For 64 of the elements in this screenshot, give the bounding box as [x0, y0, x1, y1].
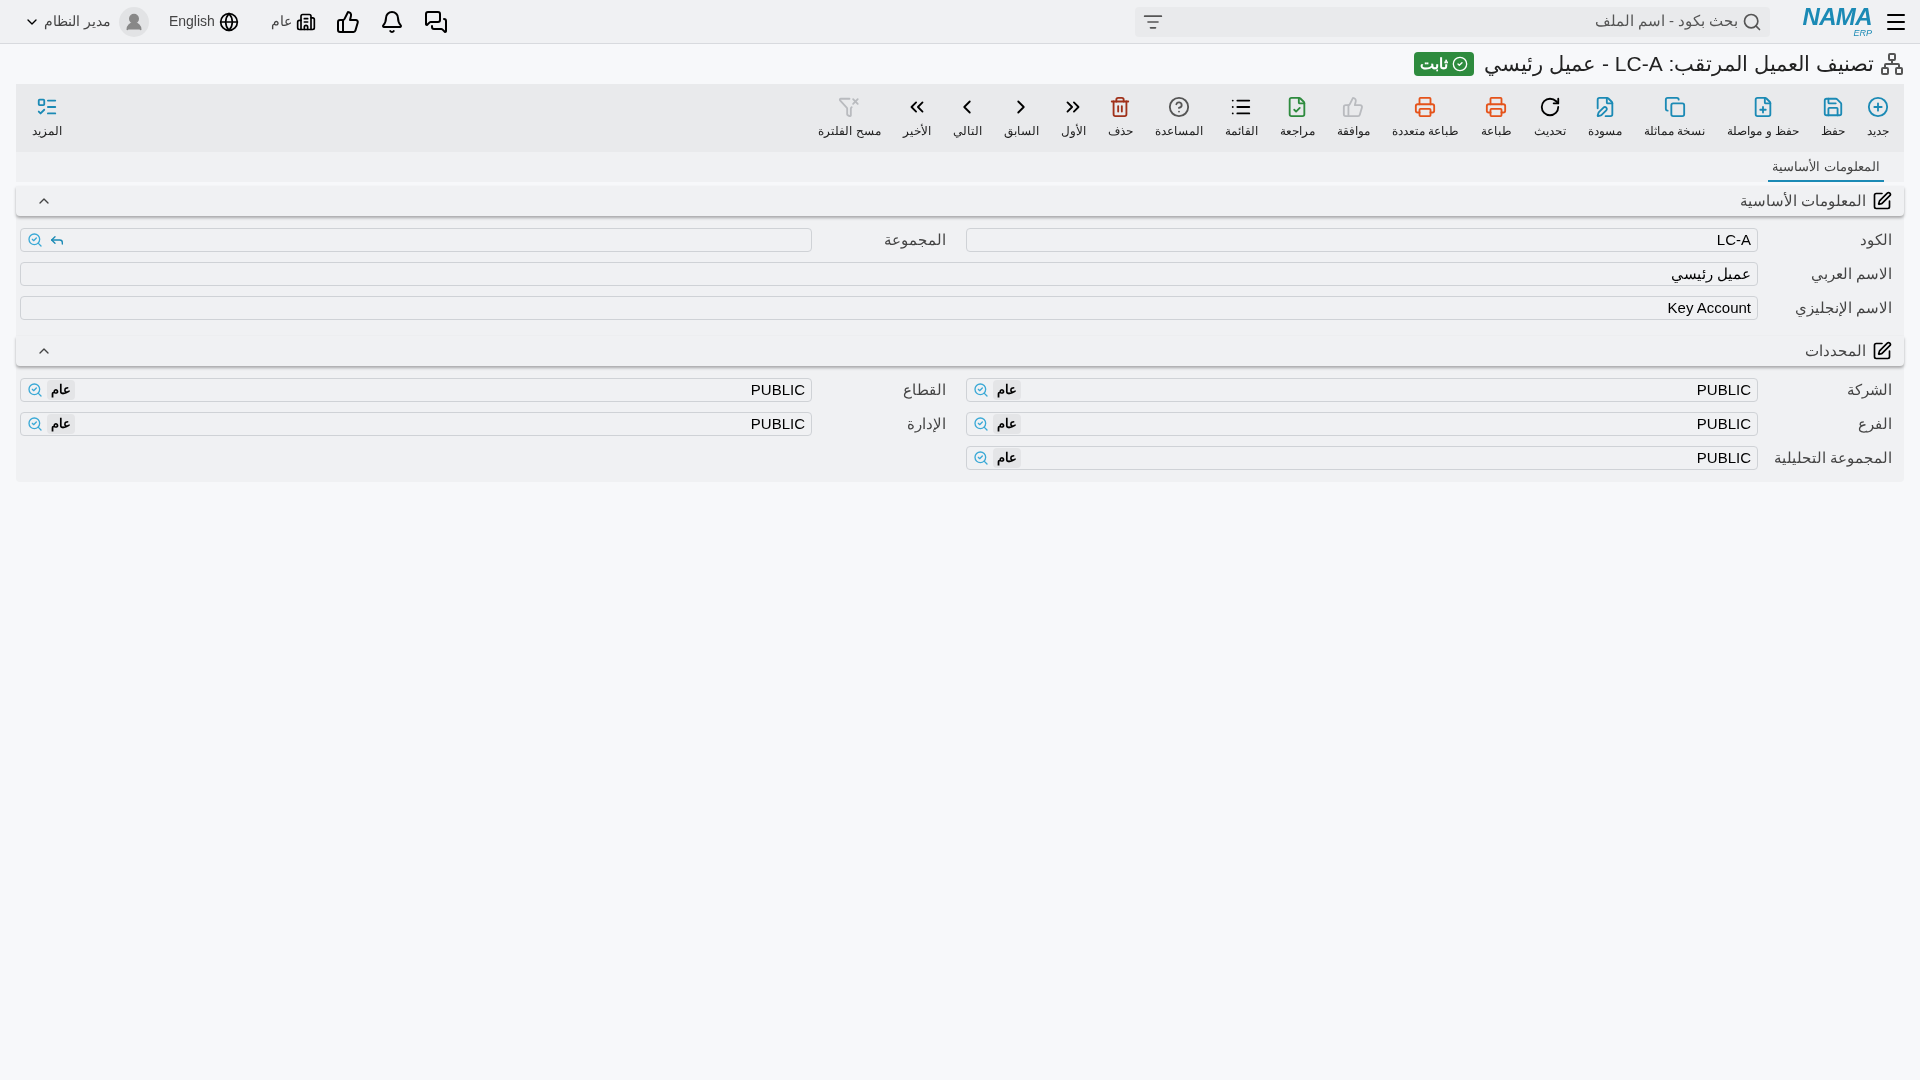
toolbar-button[interactable]: طباعة متعددة	[1380, 96, 1470, 140]
input-field[interactable]: عميل رئيسي	[20, 262, 1758, 286]
search-icon[interactable]	[27, 416, 43, 432]
globe-icon	[218, 11, 239, 32]
toolbar-button[interactable]: نسخة مماثلة	[1633, 96, 1717, 140]
search-icon	[1742, 11, 1763, 32]
toolbar-button[interactable]: مسودة	[1577, 96, 1633, 140]
search-icon[interactable]	[27, 232, 43, 248]
more-button[interactable]: المزيد	[20, 96, 74, 140]
building-icon	[295, 11, 316, 32]
tag: عام	[993, 414, 1021, 434]
toolbar-button[interactable]: مراجعة	[1268, 96, 1326, 140]
section-title: المحددات	[1805, 340, 1866, 361]
field-label: المجموعة	[883, 229, 947, 251]
toolbar-button[interactable]: القائمة	[1213, 96, 1269, 140]
bell-icon[interactable]	[379, 9, 404, 34]
language-button[interactable]: English	[168, 11, 239, 32]
field-label: الاسم الإنجليزي	[1793, 297, 1893, 319]
section-header[interactable]: المعلومات الأساسية	[16, 186, 1904, 216]
tag: عام	[993, 380, 1021, 400]
logo: NAMA	[1802, 5, 1872, 29]
user-menu[interactable]: مدير النظام	[24, 11, 111, 32]
status-badge: ثابت	[1414, 52, 1475, 76]
tab[interactable]: المعلومات الأساسية	[1768, 156, 1884, 182]
company-button[interactable]: عام	[270, 11, 316, 32]
toolbar-button[interactable]: حفظ	[1810, 96, 1856, 140]
thumbs-up-icon[interactable]	[335, 9, 360, 34]
tag: عام	[993, 448, 1021, 468]
toolbar-button[interactable]: السابق	[992, 96, 1050, 140]
section-header[interactable]: المحددات	[16, 336, 1904, 366]
field-label: الكود	[1859, 229, 1893, 251]
section-title: المعلومات الأساسية	[1739, 190, 1866, 212]
input-field[interactable]: LC-A	[966, 228, 1758, 252]
search-field[interactable]: بحث بكود - اسم الملف	[1135, 6, 1771, 37]
toolbar-button[interactable]: الأخير	[891, 96, 942, 140]
logo-subtitle: ERP	[1853, 29, 1872, 38]
toolbar-button[interactable]: حذف	[1096, 96, 1144, 140]
field-label: الفرع	[1857, 413, 1893, 435]
toolbar-button[interactable]: الأول	[1049, 96, 1097, 140]
field-label: القطاع	[902, 379, 947, 401]
field-label: الإدارة	[906, 413, 947, 435]
toolbar-button[interactable]: المساعدة	[1143, 96, 1214, 140]
input-field[interactable]: Key Account	[20, 296, 1758, 320]
search-icon[interactable]	[27, 382, 43, 398]
hierarchy-icon	[1880, 52, 1904, 76]
page-title: تصنيف العميل المرتقب: LC-A - عميل رئيسي	[1484, 51, 1874, 79]
edit-icon	[1872, 341, 1892, 361]
search-icon[interactable]	[973, 416, 989, 432]
toolbar-button[interactable]: طباعة	[1470, 96, 1523, 140]
field-label: الاسم العربي	[1809, 263, 1893, 285]
toolbar-button[interactable]: حفظ و مواصلة	[1716, 96, 1810, 140]
avatar-icon[interactable]	[118, 6, 149, 37]
toolbar-button[interactable]: التالي	[941, 96, 993, 140]
search-icon[interactable]	[973, 450, 989, 466]
toolbar-button[interactable]: جديد	[1856, 96, 1900, 140]
field-label: المجموعة التحليلية	[1772, 447, 1893, 469]
lookup-field[interactable]	[20, 228, 812, 252]
tag: عام	[47, 414, 75, 434]
tag: عام	[47, 380, 75, 400]
edit-icon	[1872, 191, 1892, 211]
toolbar-button[interactable]: تحديث	[1523, 96, 1577, 140]
search-icon[interactable]	[973, 382, 989, 398]
field-label: الشركة	[1846, 379, 1893, 401]
chat-icon[interactable]	[423, 9, 448, 34]
